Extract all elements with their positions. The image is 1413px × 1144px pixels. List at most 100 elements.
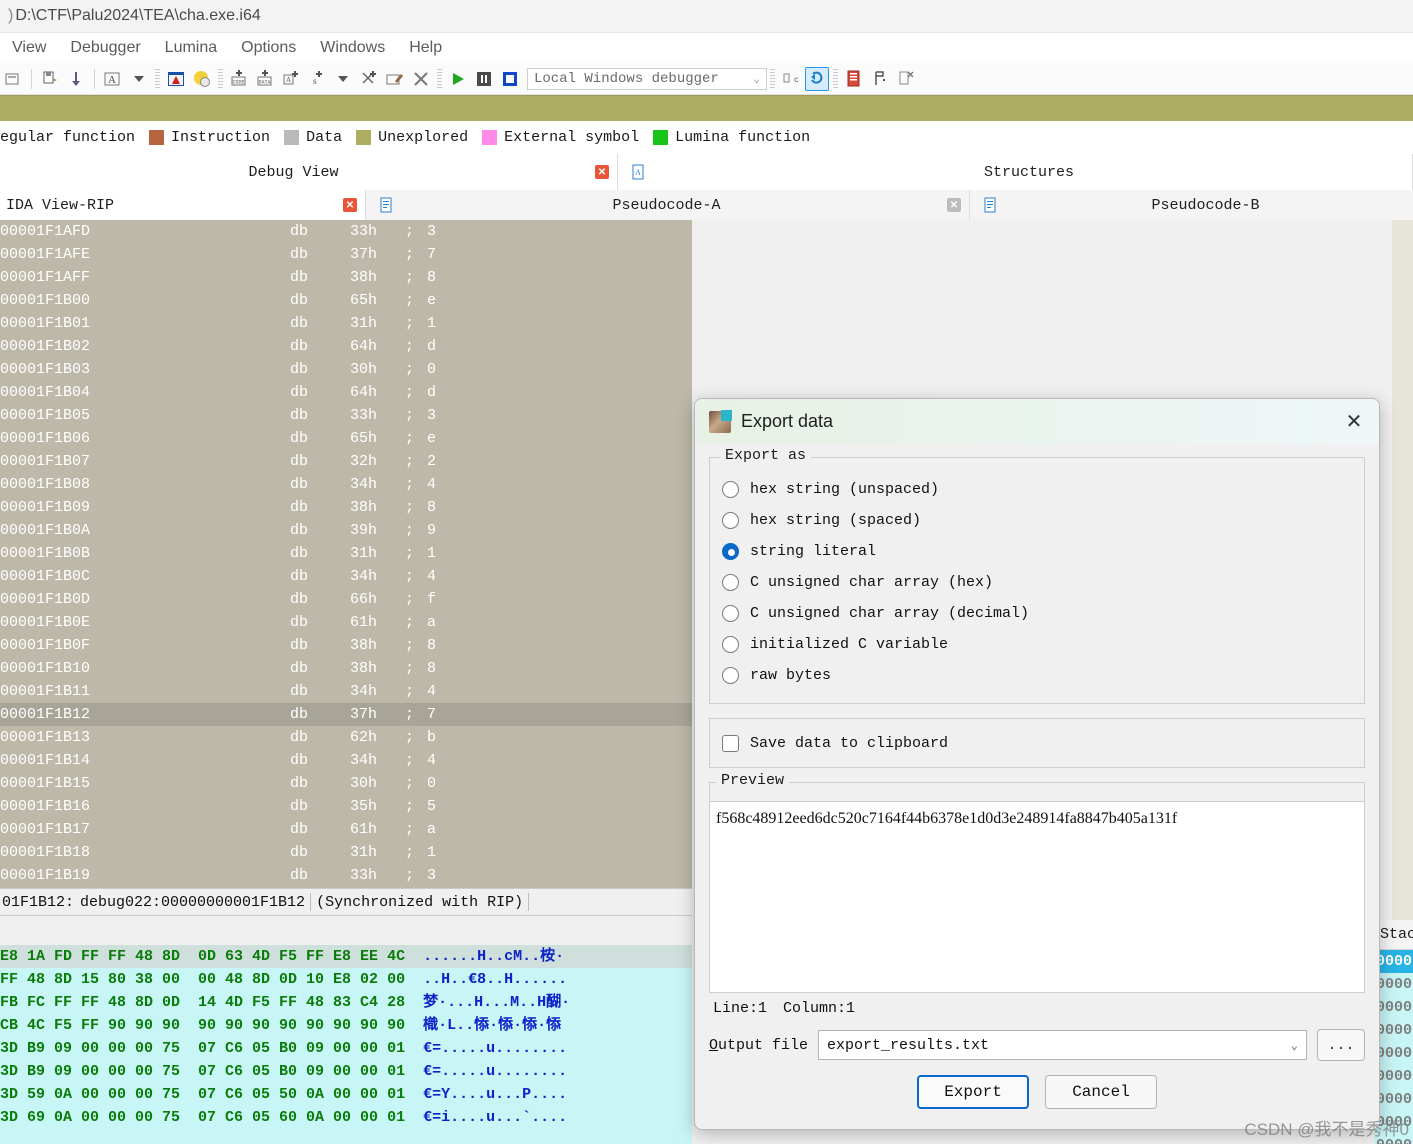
- menu-item-debugger[interactable]: Debugger: [58, 37, 152, 59]
- disassembly-line[interactable]: 00001F1AFE db 37h; 7: [0, 243, 692, 266]
- toolbar-grip-2[interactable]: [218, 68, 223, 89]
- watch-icon[interactable]: [894, 67, 918, 91]
- disassembly-line[interactable]: 00001F1B06 db 65h; e: [0, 427, 692, 450]
- save-to-clipboard-checkbox[interactable]: [722, 734, 739, 752]
- disassembly-line[interactable]: 00001F1B14 db 34h; 4: [0, 749, 692, 772]
- make-string-icon[interactable]: s: [305, 67, 329, 91]
- disassembly-line[interactable]: 00001F1B08 db 34h; 4: [0, 473, 692, 496]
- undefine-icon[interactable]: [357, 67, 381, 91]
- hex-dump-line[interactable]: E8 1A FD FF FF 48 8D 0D 63 4D F5 FF E8 E…: [0, 945, 692, 968]
- radio-button-icon[interactable]: [722, 543, 739, 560]
- tab-structures[interactable]: A Structures: [620, 154, 1413, 190]
- hex-dump-line[interactable]: 3D 69 0A 00 00 00 75 07 C6 05 60 0A 00 0…: [0, 1106, 692, 1129]
- delete-icon[interactable]: [409, 67, 433, 91]
- tab-ida-view-rip[interactable]: IDA View-RIP ✕: [0, 190, 366, 220]
- disassembly-line[interactable]: 00001F1B13 db 62h; b: [0, 726, 692, 749]
- make-array-icon[interactable]: A: [279, 67, 303, 91]
- tab-debug-view[interactable]: Debug View ✕: [0, 154, 618, 190]
- step-c-icon[interactable]: c: [779, 67, 803, 91]
- down-arrow-icon[interactable]: [64, 67, 88, 91]
- save-to-clipboard-row[interactable]: Save data to clipboard: [722, 729, 1352, 757]
- export-as-option-4[interactable]: C unsigned char array (decimal): [722, 598, 1352, 629]
- export-button[interactable]: Export: [917, 1075, 1029, 1109]
- disassembly-line[interactable]: 00001F1B03 db 30h; 0: [0, 358, 692, 381]
- hex-dump-line[interactable]: CB 4C F5 FF 90 90 90 90 90 90 90 90 90 9…: [0, 1014, 692, 1037]
- disassembly-line[interactable]: 00001F1B0A db 39h; 9: [0, 519, 692, 542]
- toolbar-grip-3[interactable]: [437, 68, 442, 89]
- disassembly-line[interactable]: 00001F1B0F db 38h; 8: [0, 634, 692, 657]
- lumina-icon[interactable]: [190, 67, 214, 91]
- debugger-select[interactable]: Local Windows debugger ⌄: [527, 67, 767, 90]
- disassembly-line[interactable]: 00001F1B18 db 31h; 1: [0, 841, 692, 864]
- preview-textarea[interactable]: f568c48912eed6dc520c7164f44b6378e1d0d3e2…: [710, 801, 1364, 992]
- radio-button-icon[interactable]: [722, 512, 739, 529]
- disassembly-line[interactable]: 00001F1B04 db 64h; d: [0, 381, 692, 404]
- hex-dump-line[interactable]: 3D B9 09 00 00 00 75 07 C6 05 B0 09 00 0…: [0, 1060, 692, 1083]
- cancel-button[interactable]: Cancel: [1045, 1075, 1157, 1109]
- export-as-option-0[interactable]: hex string (unspaced): [722, 474, 1352, 505]
- disassembly-line[interactable]: 00001F1B0E db 61h; a: [0, 611, 692, 634]
- run-icon[interactable]: [446, 67, 470, 91]
- toolbar-grip-5[interactable]: [833, 68, 838, 89]
- disassembly-line[interactable]: 00001F1B19 db 33h; 3: [0, 864, 692, 887]
- close-icon[interactable]: ✕: [947, 198, 961, 212]
- radio-button-icon[interactable]: [722, 636, 739, 653]
- breakpoints-icon[interactable]: [842, 67, 866, 91]
- hex-dump-line[interactable]: 3D B9 09 00 00 00 75 07 C6 05 B0 09 00 0…: [0, 1037, 692, 1060]
- navigator-band[interactable]: [0, 95, 1413, 121]
- make-data-icon[interactable]: DATA: [253, 67, 277, 91]
- output-file-combo[interactable]: export_results.txt ⌄: [818, 1030, 1307, 1060]
- export-as-option-3[interactable]: C unsigned char array (hex): [722, 567, 1352, 598]
- radio-button-icon[interactable]: [722, 605, 739, 622]
- disassembly-line[interactable]: 00001F1B10 db 38h; 8: [0, 657, 692, 680]
- radio-button-icon[interactable]: [722, 574, 739, 591]
- disassembly-line[interactable]: 00001F1B0B db 31h; 1: [0, 542, 692, 565]
- font-A-icon[interactable]: A: [101, 67, 125, 91]
- pause-icon[interactable]: [472, 67, 496, 91]
- disassembly-line[interactable]: 00001F1B09 db 38h; 8: [0, 496, 692, 519]
- disassembly-line[interactable]: 00001F1B05 db 33h; 3: [0, 404, 692, 427]
- toolbar-grip-1[interactable]: [155, 68, 160, 89]
- menu-item-lumina[interactable]: Lumina: [153, 37, 229, 59]
- tab-pseudocode-b[interactable]: Pseudocode-B: [972, 190, 1413, 220]
- disassembly-line[interactable]: 00001F1B07 db 32h; 2: [0, 450, 692, 473]
- export-as-option-5[interactable]: initialized C variable: [722, 629, 1352, 660]
- tracing-icon[interactable]: [868, 67, 892, 91]
- edit-icon[interactable]: [383, 67, 407, 91]
- hex-dump-line[interactable]: 3D 59 0A 00 00 00 75 07 C6 05 50 0A 00 0…: [0, 1083, 692, 1106]
- save-icon[interactable]: [38, 67, 62, 91]
- dropdown2-icon[interactable]: [331, 67, 355, 91]
- disassembly-line[interactable]: 00001F1B15 db 30h; 0: [0, 772, 692, 795]
- tab-pseudocode-a[interactable]: Pseudocode-A ✕: [368, 190, 970, 220]
- disassembly-line[interactable]: 00001F1B17 db 61h; a: [0, 818, 692, 841]
- disassembly-listing[interactable]: 00001F1AFD db 33h; 3 00001F1AFE db 37h; 7 00001F…: [0, 220, 692, 888]
- disassembly-line[interactable]: 00001F1B0D db 66h; f: [0, 588, 692, 611]
- menu-item-help[interactable]: Help: [397, 37, 454, 59]
- menu-item-view[interactable]: View: [0, 37, 58, 59]
- hex-dump-view[interactable]: E8 1A FD FF FF 48 8D 0D 63 4D F5 FF E8 E…: [0, 945, 692, 1144]
- radio-button-icon[interactable]: [722, 481, 739, 498]
- radio-button-icon[interactable]: [722, 667, 739, 684]
- disassembly-line[interactable]: 00001F1B01 db 31h; 1: [0, 312, 692, 335]
- step-into-icon[interactable]: [805, 66, 829, 91]
- disassembly-line[interactable]: 00001F1B16 db 35h; 5: [0, 795, 692, 818]
- warning-icon[interactable]: [164, 67, 188, 91]
- browse-button[interactable]: ...: [1317, 1029, 1365, 1061]
- hex-dump-line[interactable]: FF 48 8D 15 80 38 00 00 48 8D 0D 10 E8 0…: [0, 968, 692, 991]
- open-icon[interactable]: [1, 67, 25, 91]
- disassembly-line[interactable]: 00001F1B11 db 34h; 4: [0, 680, 692, 703]
- disassembly-line[interactable]: 00001F1B02 db 64h; d: [0, 335, 692, 358]
- disassembly-line[interactable]: 00001F1AFD db 33h; 3: [0, 220, 692, 243]
- disassembly-line[interactable]: 00001F1B12 db 37h; 7: [0, 703, 692, 726]
- menu-item-options[interactable]: Options: [229, 37, 308, 59]
- disassembly-line[interactable]: 00001F1AFF db 38h; 8: [0, 266, 692, 289]
- stop-icon[interactable]: [498, 67, 522, 91]
- make-code-icon[interactable]: CODE: [227, 67, 251, 91]
- hex-dump-line[interactable]: FB FC FF FF 48 8D 0D 14 4D F5 FF 48 83 C…: [0, 991, 692, 1014]
- export-as-option-1[interactable]: hex string (spaced): [722, 505, 1352, 536]
- close-icon[interactable]: ✕: [595, 165, 609, 179]
- export-as-option-6[interactable]: raw bytes: [722, 660, 1352, 691]
- disassembly-line[interactable]: 00001F1B00 db 65h; e: [0, 289, 692, 312]
- toolbar-grip-4[interactable]: [770, 68, 775, 89]
- disassembly-line[interactable]: 00001F1B0C db 34h; 4: [0, 565, 692, 588]
